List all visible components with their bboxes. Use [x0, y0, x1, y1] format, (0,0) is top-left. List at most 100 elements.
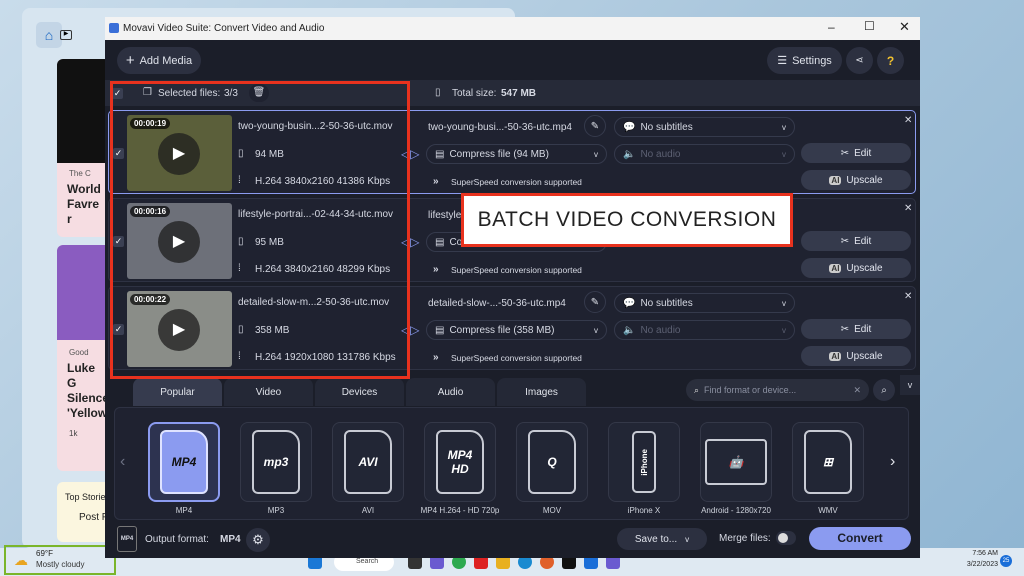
clear-search-icon[interactable]: ✕: [853, 385, 861, 396]
home-icon[interactable]: ⌂: [36, 22, 62, 48]
subtitles-dropdown[interactable]: 💬 No subtitles v: [614, 117, 795, 137]
superspeed-icon: »: [433, 264, 439, 275]
audio-dropdown[interactable]: 🔈 No audio v: [614, 320, 795, 340]
mp4-format-icon: MP4 HD: [436, 430, 484, 494]
minimize-button[interactable]: –: [828, 20, 835, 34]
avi-format-icon: AVI: [344, 430, 392, 494]
video-icon[interactable]: ▶: [60, 30, 72, 40]
share-button[interactable]: ⋖: [846, 47, 873, 74]
compress-icon: ▤: [435, 148, 445, 160]
remove-file-button[interactable]: ✕: [904, 115, 912, 126]
rename-button[interactable]: ✎: [584, 115, 606, 137]
rename-button[interactable]: ✎: [584, 291, 606, 313]
remove-file-button[interactable]: ✕: [904, 203, 912, 214]
convert-button[interactable]: Convert: [809, 527, 911, 550]
superspeed-note: SuperSpeed conversion supported: [451, 265, 582, 275]
format-label: AVI: [361, 506, 375, 515]
chevron-down-icon: v: [782, 122, 786, 132]
format-label: iPhone X: [627, 506, 661, 515]
weather-widget[interactable]: ☁ 69°F Mostly cloudy: [4, 545, 116, 575]
format-tile-android-1280x720[interactable]: 🤖: [700, 422, 772, 502]
speech-bubble-icon: 💬: [623, 121, 636, 133]
tab-devices[interactable]: Devices: [315, 378, 404, 406]
iphone-format-icon: iPhone: [632, 431, 656, 493]
annotation-label: BATCH VIDEO CONVERSION: [461, 193, 793, 247]
compress-dropdown[interactable]: ▤ Compress file (94 MB) v: [426, 144, 607, 164]
notification-badge[interactable]: 25: [1000, 555, 1012, 567]
format-tile-mp3[interactable]: mp3: [240, 422, 312, 502]
superspeed-note: SuperSpeed conversion supported: [451, 177, 582, 187]
ai-chip-icon: AI: [829, 175, 842, 185]
tools-icon: ✂: [840, 323, 850, 335]
format-label: MP4: [175, 506, 193, 515]
format-search-input[interactable]: ⌕ Find format or device... ✕: [686, 379, 869, 401]
speech-bubble-icon: 💬: [623, 297, 636, 309]
title-bar: Movavi Video Suite: Convert Video and Au…: [105, 17, 920, 40]
merge-files-toggle[interactable]: [776, 531, 796, 545]
remove-file-button[interactable]: ✕: [904, 291, 912, 302]
app-logo-icon: [109, 23, 119, 33]
subtitles-dropdown[interactable]: 💬 No subtitles v: [614, 293, 795, 313]
output-file-name[interactable]: detailed-slow-...-50-36-utc.mp4: [428, 298, 566, 309]
tab-video[interactable]: Video: [224, 378, 313, 406]
format-tile-mp4[interactable]: MP4: [148, 422, 220, 502]
settings-button[interactable]: ☰ Settings: [767, 47, 842, 74]
chevron-down-icon: v: [685, 534, 690, 544]
output-file-name[interactable]: lifestyle: [428, 210, 461, 221]
superspeed-icon: »: [433, 176, 439, 187]
wmv-format-icon: ⊞: [804, 430, 852, 494]
clock-time[interactable]: 7:56 AM: [958, 550, 998, 557]
chevron-down-icon: v: [594, 325, 598, 335]
format-tile-mp4-h-264-hd-720p[interactable]: MP4 HD: [424, 422, 496, 502]
close-window-button[interactable]: ✕: [899, 19, 910, 35]
format-tile-mov[interactable]: Q: [516, 422, 588, 502]
upscale-button[interactable]: AI Upscale: [801, 258, 911, 278]
next-formats-arrow[interactable]: ›: [890, 453, 895, 471]
speaker-icon: 🔈: [623, 324, 636, 336]
file-icon: ▯: [435, 87, 441, 98]
edit-button[interactable]: ✂ Edit: [801, 319, 911, 339]
superspeed-icon: »: [433, 352, 439, 363]
help-button[interactable]: ?: [877, 47, 904, 74]
tab-audio[interactable]: Audio: [406, 378, 495, 406]
format-label: MP3: [267, 506, 285, 515]
format-tile-wmv[interactable]: ⊞: [792, 422, 864, 502]
format-settings-button[interactable]: ⚙: [246, 528, 270, 552]
prev-formats-arrow[interactable]: ‹: [120, 453, 125, 471]
format-panel: [114, 407, 909, 520]
clock-date[interactable]: 3/22/2023: [952, 561, 998, 568]
annotation-highlight-box: [110, 81, 410, 379]
collapse-button[interactable]: v: [900, 375, 920, 395]
cloud-sun-icon: ☁: [14, 552, 28, 568]
maximize-button[interactable]: ☐: [864, 19, 875, 33]
format-tile-avi[interactable]: AVI: [332, 422, 404, 502]
edit-button[interactable]: ✂ Edit: [801, 143, 911, 163]
superspeed-note: SuperSpeed conversion supported: [451, 353, 582, 363]
edit-button[interactable]: ✂ Edit: [801, 231, 911, 251]
chevron-down-icon: v: [594, 149, 598, 159]
android-format-icon: 🤖: [705, 439, 767, 485]
upscale-button[interactable]: AI Upscale: [801, 170, 911, 190]
save-to-button[interactable]: Save to... v: [617, 528, 707, 550]
mp4-format-icon: MP4: [160, 430, 208, 494]
tab-popular[interactable]: Popular: [133, 378, 222, 406]
format-tile-iphone-x[interactable]: iPhone: [608, 422, 680, 502]
speaker-icon: 🔈: [623, 148, 636, 160]
tools-icon: ✂: [840, 147, 850, 159]
audio-dropdown[interactable]: 🔈 No audio v: [614, 144, 795, 164]
format-label: Android - 1280x720: [701, 506, 771, 515]
find-device-button[interactable]: ⌕: [873, 379, 895, 401]
mp3-format-icon: mp3: [252, 430, 300, 494]
tab-images[interactable]: Images: [497, 378, 586, 406]
search-icon: ⌕: [694, 384, 700, 395]
sliders-icon: ☰: [777, 55, 788, 67]
tools-icon: ✂: [840, 235, 850, 247]
upscale-button[interactable]: AI Upscale: [801, 346, 911, 366]
compress-dropdown[interactable]: ▤ Compress file (358 MB) v: [426, 320, 607, 340]
compress-icon: ▤: [435, 324, 445, 336]
add-media-button[interactable]: + Add Media: [117, 47, 201, 74]
format-label: WMV: [818, 506, 838, 515]
output-file-name[interactable]: two-young-busi...-50-36-utc.mp4: [428, 122, 572, 133]
format-label: MP4 H.264 - HD 720p: [420, 506, 500, 515]
compress-icon: ▤: [435, 236, 445, 248]
